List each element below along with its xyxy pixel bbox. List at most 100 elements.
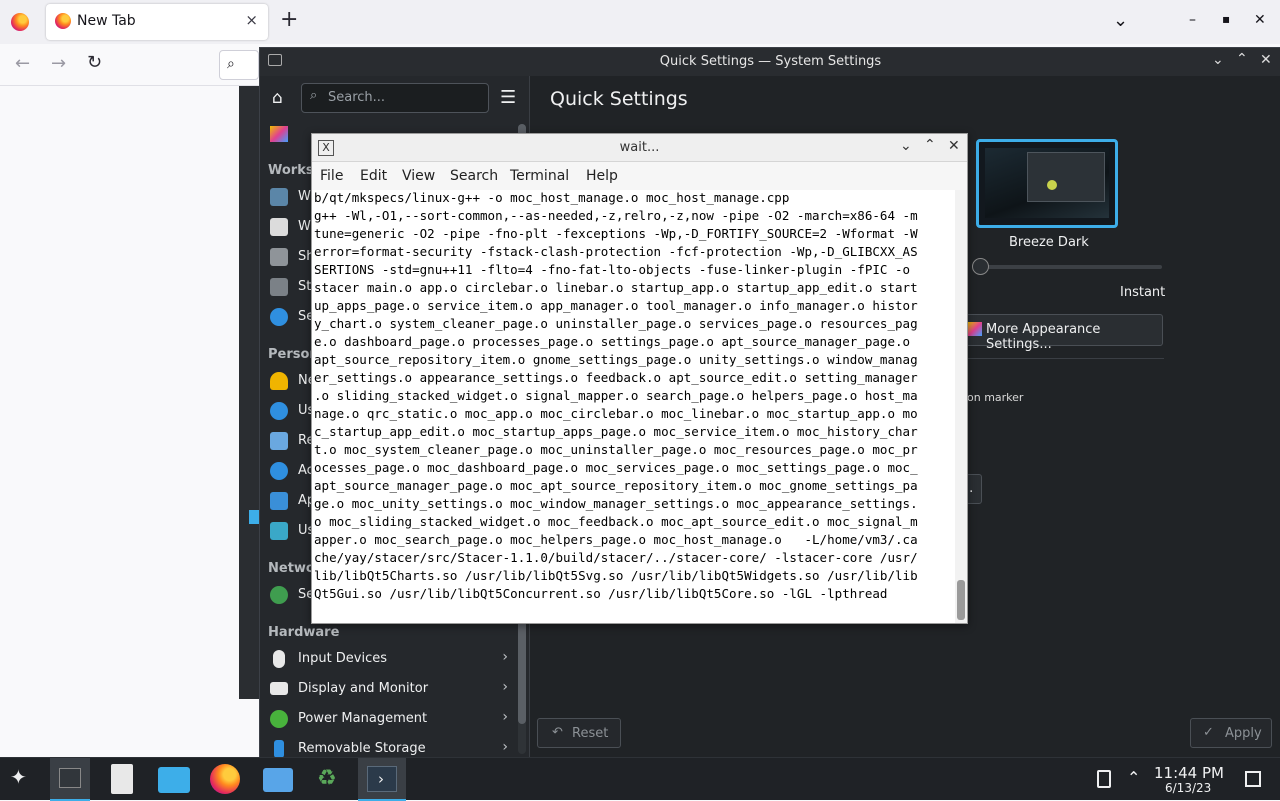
settings-window-title: Quick Settings — System Settings — [659, 54, 882, 69]
taskbar: ✦ ♻ › ⌃ 11:44 PM 6/13/23 — [0, 757, 1280, 801]
more-appearance-settings-button[interactable]: More Appearance Settings... — [959, 314, 1163, 352]
terminal-menu-bar: File Edit View Search Terminal Help — [312, 162, 967, 190]
section-hardware-heading: Hardware — [268, 625, 340, 640]
terminal-line: error=format-security -fstack-clash-prot… — [314, 244, 918, 259]
maximize-button[interactable]: ▪ — [1222, 12, 1230, 26]
settings-search-field[interactable]: ⌕ Search... — [301, 83, 489, 113]
terminal-output[interactable]: b/qt/mkspecs/linux-g++ -o moc_host_manag… — [312, 190, 955, 623]
home-icon[interactable]: ⌂ — [272, 88, 283, 108]
apply-button[interactable]: ✓ Apply — [1190, 718, 1272, 748]
hamburger-menu-icon[interactable]: ☰ — [500, 87, 516, 108]
theme-name-label: Breeze Dark — [1009, 235, 1089, 250]
scrollbar-thumb[interactable] — [957, 580, 965, 620]
terminal-line: b/qt/mkspecs/linux-g++ -o moc_host_manag… — [314, 190, 790, 205]
terminal-line: t.o moc_system_cleaner_page.o moc_uninst… — [314, 442, 918, 457]
search-placeholder: Search... — [328, 90, 386, 105]
background-window-edge — [239, 86, 259, 699]
settings-title-bar: Quick Settings — System Settings ⌄ ⌃ ✕ — [260, 48, 1280, 76]
minimize-button[interactable]: – — [1189, 12, 1196, 28]
terminal-close-icon[interactable]: ✕ — [948, 138, 960, 154]
menu-file[interactable]: File — [320, 168, 343, 184]
sidebar-item-input-devices[interactable]: Input Devices › — [268, 644, 512, 674]
show-desktop-icon[interactable] — [1245, 771, 1261, 787]
menu-terminal[interactable]: Terminal — [510, 168, 569, 184]
terminal-line: e.o dashboard_page.o processes_page.o se… — [314, 334, 911, 349]
terminal-line: SERTIONS -std=gnu++11 -flto=4 -fno-fat-l… — [314, 262, 911, 277]
slider-handle[interactable] — [972, 258, 989, 275]
terminal-minimize-icon[interactable]: ⌄ — [900, 138, 912, 154]
terminal-line: apt_source_manager_page.o moc_apt_source… — [314, 478, 918, 493]
text-editor-icon[interactable] — [111, 764, 133, 794]
terminal-maximize-icon[interactable]: ⌃ — [924, 137, 936, 153]
reload-icon[interactable]: ↻ — [87, 52, 102, 73]
system-tray-expand-icon[interactable]: ⌃ — [1127, 768, 1140, 787]
breeze-dark-theme-thumbnail[interactable] — [976, 139, 1118, 228]
terminal-line: ge.o moc_unity_settings.o moc_window_man… — [314, 496, 918, 511]
task-system-settings[interactable] — [50, 758, 90, 801]
appearance-icon[interactable] — [270, 126, 288, 142]
chevron-right-icon: › — [502, 709, 508, 725]
menu-search[interactable]: Search — [450, 168, 498, 184]
terminal-scrollbar[interactable] — [955, 190, 967, 623]
tab-new-tab[interactable]: New Tab × — [46, 4, 268, 40]
dolphin-folder-icon[interactable] — [158, 767, 190, 793]
terminal-icon: › — [367, 766, 397, 792]
section-network-heading: Netwo — [268, 561, 315, 576]
animation-speed-slider[interactable] — [972, 258, 1162, 275]
terminal-line: o moc_sliding_stacked_widget.o moc_feedb… — [314, 514, 918, 529]
terminal-line: apper.o moc_search_page.o moc_helpers_pa… — [314, 532, 918, 547]
task-terminal[interactable]: › — [358, 758, 406, 801]
reset-icon: ↶ — [552, 725, 563, 740]
search-icon: ⌕ — [310, 88, 318, 103]
url-bar[interactable]: ⌕ — [219, 50, 259, 80]
search-icon: ⌕ — [227, 56, 235, 72]
close-button[interactable]: ✕ — [1254, 12, 1266, 28]
terminal-line: er_settings.o appearance_settings.o feed… — [314, 370, 918, 385]
page-title: Quick Settings — [550, 88, 688, 110]
menu-help[interactable]: Help — [586, 168, 618, 184]
new-tab-button[interactable]: + — [280, 9, 298, 31]
firefox-taskbar-icon[interactable] — [210, 764, 240, 794]
forward-icon[interactable]: → — [51, 53, 66, 74]
clock-time[interactable]: 11:44 PM — [1154, 764, 1224, 782]
firefox-tab-icon — [55, 13, 71, 29]
sidebar-item-removable-storage[interactable]: Removable Storage › — [268, 734, 512, 758]
marker-label: on marker — [967, 391, 1024, 404]
application-launcher[interactable]: ✦ — [0, 758, 44, 801]
clock-date[interactable]: 6/13/23 — [1165, 781, 1211, 795]
sidebar-item-power-management[interactable]: Power Management › — [268, 704, 512, 734]
menu-view[interactable]: View — [402, 168, 435, 184]
terminal-line: stacer main.o app.o circlebar.o linebar.… — [314, 280, 918, 295]
terminal-line: c_startup_app_edit.o moc_startup_apps_pa… — [314, 424, 918, 439]
window-close-icon[interactable]: ✕ — [1260, 52, 1272, 68]
terminal-window: X wait... ⌄ ⌃ ✕ File Edit View Search Te… — [311, 133, 968, 624]
file-manager-icon[interactable] — [263, 768, 293, 792]
divider — [959, 358, 1164, 359]
terminal-title: wait... — [619, 140, 660, 155]
terminal-line: g++ -Wl,-O1,--sort-common,--as-needed,-z… — [314, 208, 918, 223]
animation-speed-label: Instant — [1120, 285, 1166, 300]
sidebar-item-display-monitor[interactable]: Display and Monitor › — [268, 674, 512, 704]
menu-edit[interactable]: Edit — [360, 168, 387, 184]
chevron-right-icon: › — [502, 649, 508, 665]
reset-button[interactable]: ↶ Reset — [537, 718, 621, 748]
task-recycle[interactable]: ♻ — [305, 758, 355, 801]
tab-title: New Tab — [77, 13, 136, 29]
firefox-menu-icon[interactable] — [11, 13, 29, 31]
back-icon[interactable]: ← — [15, 53, 30, 74]
terminal-line: .o sliding_stacked_widget.o signal_mappe… — [314, 388, 918, 403]
terminal-line: y_chart.o system_cleaner_page.o uninstal… — [314, 316, 918, 331]
firefox-tab-bar: New Tab × + ⌄ – ▪ ✕ — [0, 0, 1280, 44]
tab-close-icon[interactable]: × — [245, 11, 258, 29]
list-all-tabs-icon[interactable]: ⌄ — [1113, 10, 1128, 31]
terminal-line: up_apps_page.o service_item.o app_manage… — [314, 298, 918, 313]
terminal-line: lib/libQt5Charts.so /usr/lib/libQt5Svg.s… — [314, 568, 918, 583]
system-settings-icon — [59, 768, 81, 788]
clipboard-icon[interactable] — [1097, 770, 1111, 788]
terminal-title-bar: X wait... ⌄ ⌃ ✕ — [312, 134, 967, 162]
selection-marker — [249, 510, 259, 524]
window-maximize-icon[interactable]: ⌃ — [1236, 51, 1248, 67]
checkmark-icon: ✓ — [1203, 725, 1214, 740]
launcher-icon: ✦ — [10, 765, 27, 789]
window-minimize-icon[interactable]: ⌄ — [1212, 52, 1224, 68]
